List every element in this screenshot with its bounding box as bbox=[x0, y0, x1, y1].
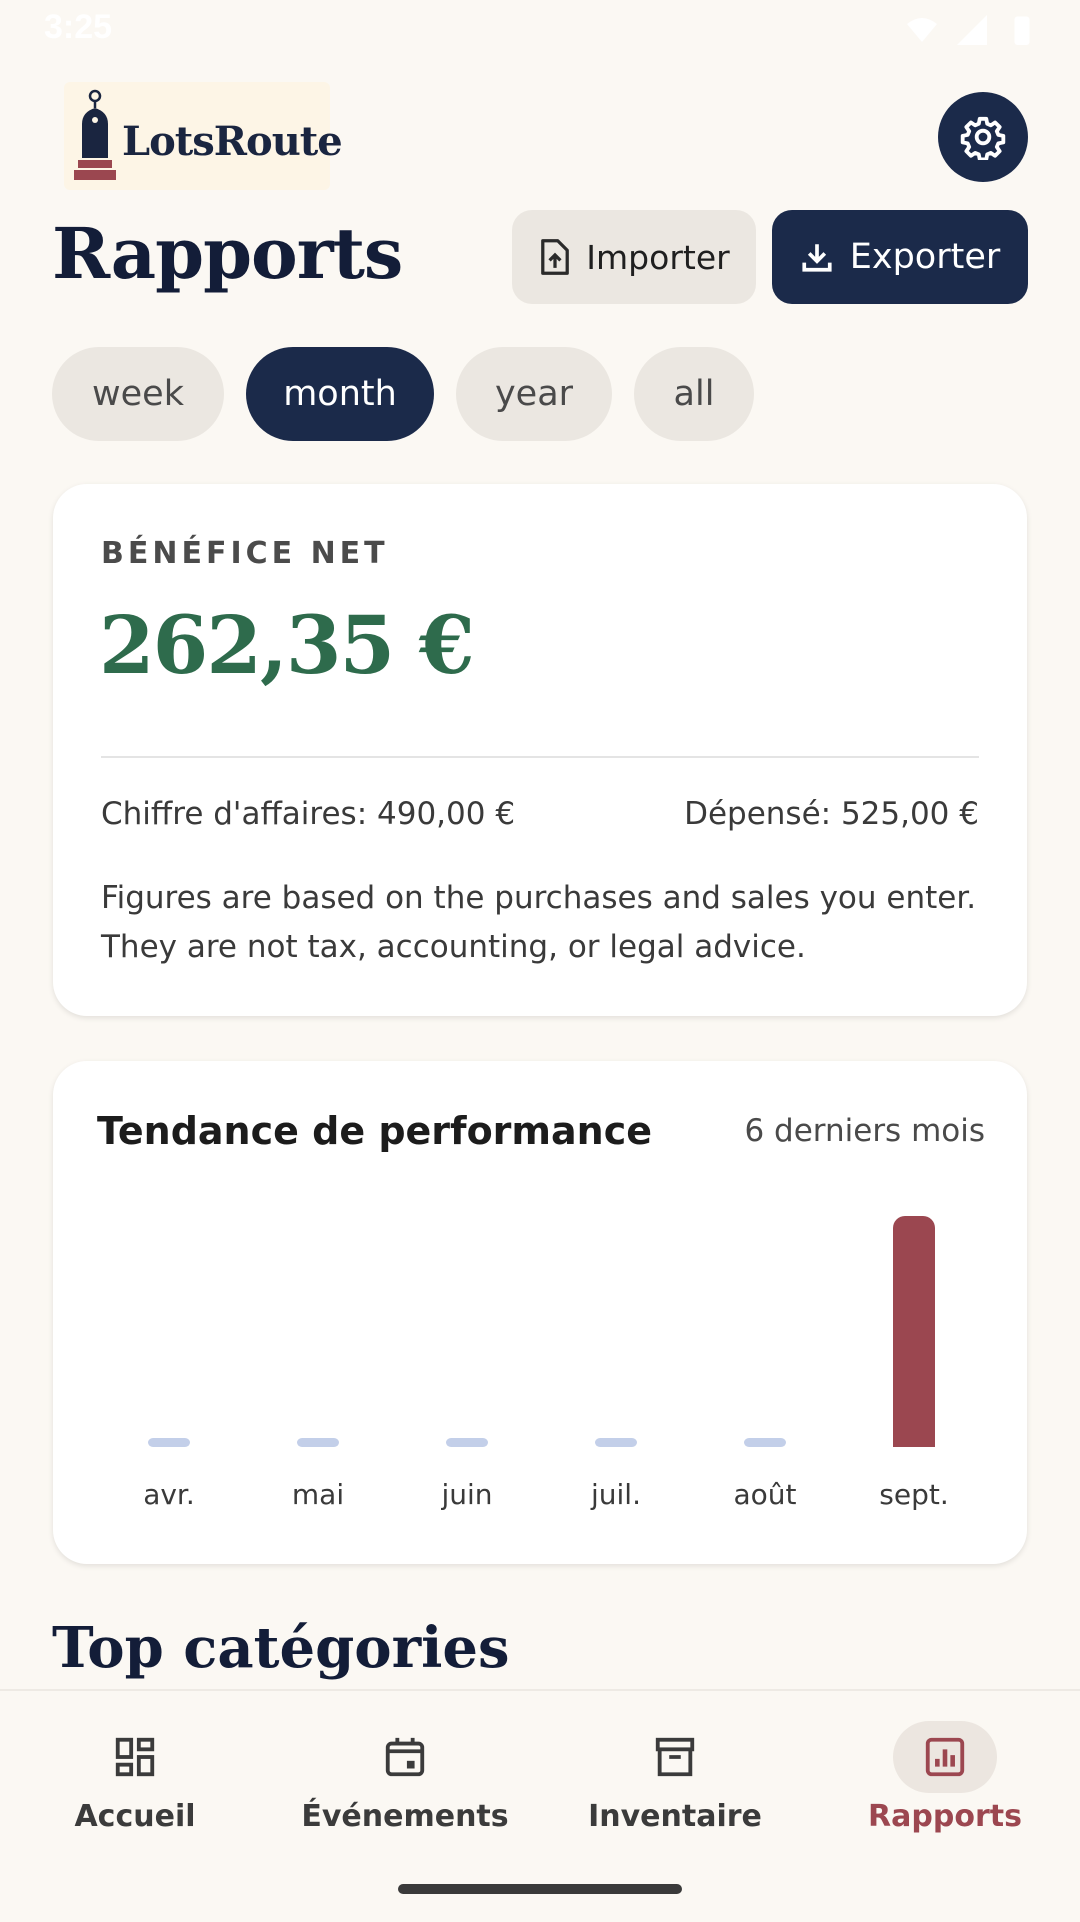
export-label: Exporter bbox=[849, 237, 1001, 277]
price-tag-icon bbox=[74, 89, 116, 180]
import-label: Importer bbox=[586, 237, 730, 277]
nav-label: Rapports bbox=[868, 1799, 1022, 1834]
archive-icon bbox=[655, 1737, 695, 1777]
nav-label: Inventaire bbox=[588, 1799, 762, 1834]
calendar-icon bbox=[385, 1737, 425, 1777]
disclaimer-text: Figures are based on the purchases and s… bbox=[101, 880, 977, 965]
logo-text: LotsRoute bbox=[122, 118, 343, 165]
nav-accueil[interactable]: Accueil bbox=[0, 1691, 270, 1851]
nav-label: Accueil bbox=[74, 1799, 196, 1834]
page-title: Rapports bbox=[52, 212, 403, 295]
dashboard-icon bbox=[115, 1737, 155, 1777]
chart-bar-5 bbox=[893, 1216, 935, 1447]
divider bbox=[101, 756, 979, 758]
chart-bar-base-5 bbox=[893, 1433, 935, 1447]
chart-bar-1 bbox=[297, 1438, 339, 1447]
export-button[interactable]: Exporter bbox=[772, 210, 1028, 304]
system-icons bbox=[904, 12, 1040, 48]
chip-all[interactable]: all bbox=[634, 347, 754, 441]
battery-icon bbox=[1004, 12, 1040, 48]
nav-inventaire[interactable]: Inventaire bbox=[540, 1691, 810, 1851]
signal-icon bbox=[954, 12, 990, 48]
gear-icon bbox=[960, 116, 1006, 160]
performance-trend-card: Tendance de performance 6 derniers mois … bbox=[53, 1061, 1027, 1564]
net-profit-label: BÉNÉFICE NET bbox=[101, 536, 389, 571]
revenue-text: Chiffre d'affaires: 490,00 € bbox=[101, 796, 516, 832]
top-categories-title: Top catégories bbox=[52, 1615, 510, 1681]
wifi-icon bbox=[904, 12, 940, 48]
chart-tick-label-0: avr. bbox=[143, 1478, 195, 1511]
chart-bar-2 bbox=[446, 1438, 488, 1447]
period-filter: week month year all bbox=[52, 347, 754, 441]
file-upload-icon bbox=[541, 239, 570, 275]
chart-tick-label-3: juil. bbox=[590, 1478, 641, 1511]
net-profit-card: BÉNÉFICE NET 262,35 € Chiffre d'affaires… bbox=[53, 484, 1027, 1016]
spent-text: Dépensé: 525,00 € bbox=[684, 796, 979, 832]
app-logo: LotsRoute bbox=[64, 82, 343, 190]
settings-button[interactable] bbox=[938, 92, 1028, 182]
chart-bar-0 bbox=[148, 1438, 190, 1447]
chart-bar-4 bbox=[744, 1438, 786, 1447]
chart-tick-label-5: sept. bbox=[879, 1478, 948, 1511]
import-button[interactable]: Importer bbox=[512, 210, 756, 304]
home-indicator bbox=[398, 1884, 682, 1894]
chip-week[interactable]: week bbox=[52, 347, 224, 441]
status-bar: 3:25 bbox=[0, 0, 1080, 60]
chart-tick-label-2: juin bbox=[440, 1478, 492, 1511]
chip-year[interactable]: year bbox=[456, 347, 612, 441]
status-time: 3:25 bbox=[44, 8, 113, 46]
chart-bar-3 bbox=[595, 1438, 637, 1447]
download-icon bbox=[802, 244, 832, 272]
bar-chart-icon bbox=[925, 1737, 965, 1777]
trend-bar-chart: avr. mai juin juil. août sept. bbox=[143, 1216, 949, 1511]
nav-label: Événements bbox=[301, 1799, 509, 1834]
nav-evenements[interactable]: Événements bbox=[270, 1691, 540, 1851]
nav-rapports[interactable]: Rapports bbox=[810, 1691, 1080, 1851]
chip-month[interactable]: month bbox=[246, 347, 434, 441]
chart-tick-label-4: août bbox=[733, 1478, 796, 1511]
net-profit-value: 262,35 € bbox=[99, 598, 475, 692]
chart-tick-label-1: mai bbox=[292, 1478, 344, 1511]
